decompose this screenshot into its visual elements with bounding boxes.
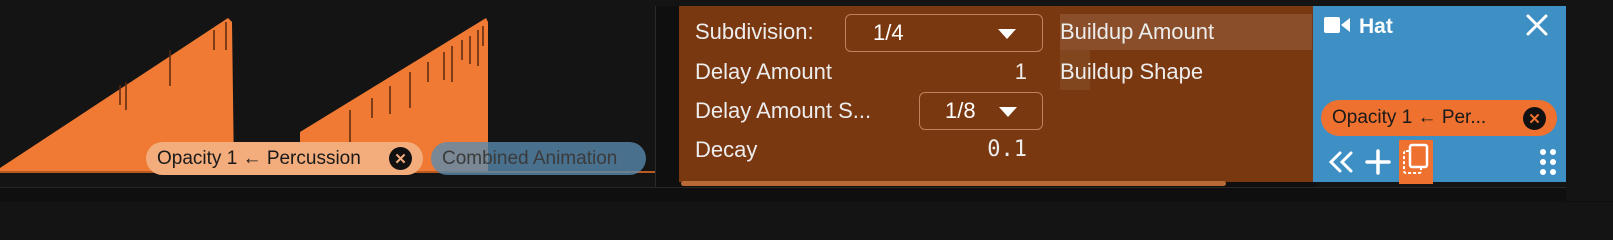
hat-link-chip[interactable]: Opacity 1 ← Per... ✕ [1321,100,1557,136]
add-icon[interactable] [1365,149,1391,175]
decay-value[interactable]: 0.1 [940,137,1027,162]
subdivision-value: 1/4 [873,20,904,45]
right-gutter [1566,0,1613,201]
duplicate-button[interactable] [1399,140,1433,184]
collapse-left-icon[interactable] [1328,150,1354,174]
delay-amount-subdivision-value: 1/8 [945,98,976,123]
timeline-footer [0,187,1613,202]
duplicate-icon [1403,143,1429,174]
link-chip-combined-animation[interactable]: Combined Animation [431,142,646,175]
delay-amount-value[interactable]: 1 [960,59,1027,85]
link-chip-opacity-percussion[interactable]: Opacity 1 ← Percussion ✕ [146,142,423,175]
horizontal-scrollbar[interactable] [681,181,1226,186]
link-chip-label: Opacity 1 ← Percussion [157,147,361,169]
decay-label: Decay [695,137,758,162]
buildup-shape-label: Buildup Shape [1060,59,1204,84]
chevron-down-icon [999,107,1017,117]
drag-handle-icon[interactable] [1538,148,1558,176]
subdivision-label: Subdivision: [695,19,814,44]
hat-title: Hat [1359,15,1393,38]
camera-icon [1324,17,1350,33]
close-icon[interactable]: ✕ [1523,107,1546,130]
hat-link-chip-label: Opacity 1 ← Per... [1332,107,1487,128]
close-icon[interactable] [1525,13,1549,37]
chevron-down-icon [998,29,1016,39]
delay-amount-subdivision-label: Delay Amount S... [695,98,872,123]
close-icon[interactable]: ✕ [389,147,412,170]
delay-amount-label: Delay Amount [695,59,832,84]
buildup-amount-label: Buildup Amount [1060,19,1215,44]
subdivision-select[interactable]: 1/4 [845,14,1043,52]
link-chip-label: Combined Animation [442,147,618,169]
delay-amount-subdivision-select[interactable]: 1/8 [919,92,1043,130]
